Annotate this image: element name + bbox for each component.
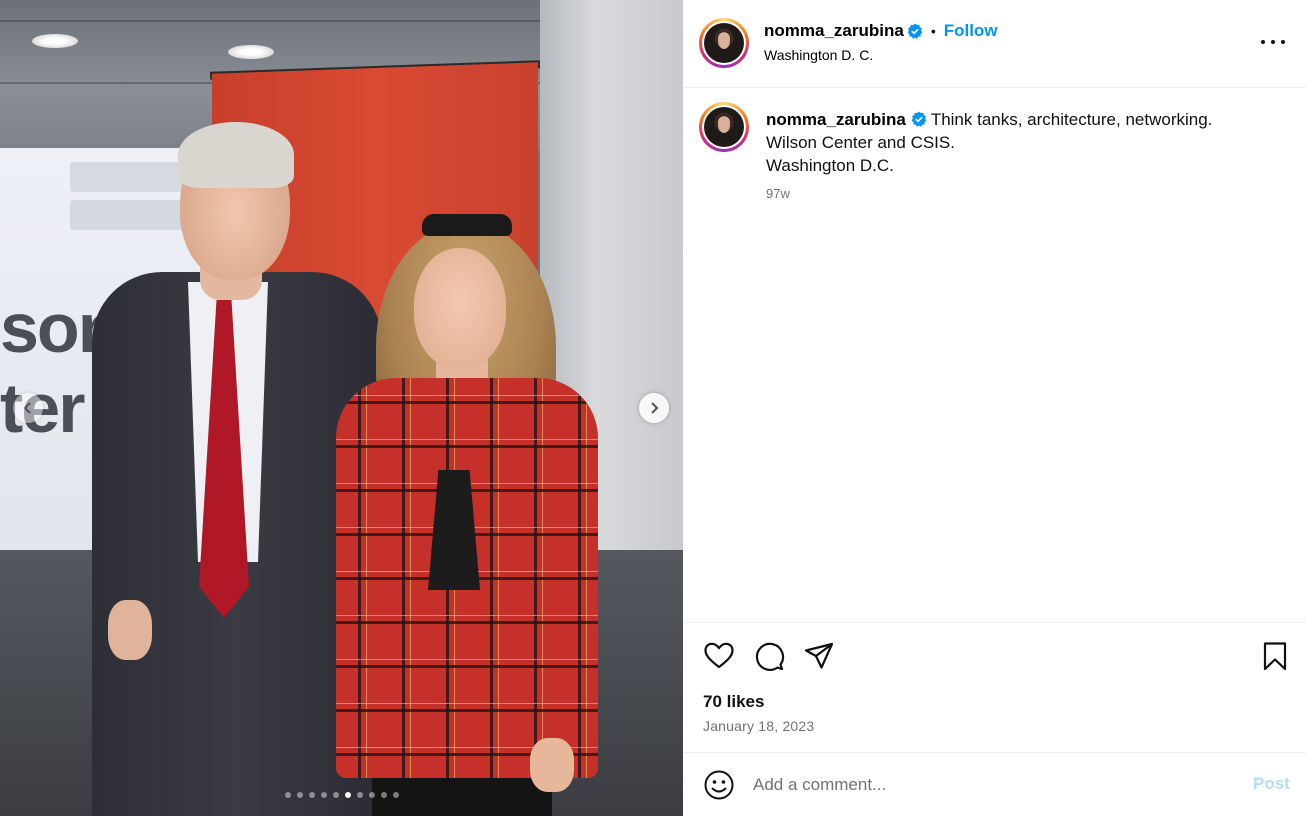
ceiling-light [228,45,274,59]
post-date: January 18, 2023 [703,718,815,734]
caption-line: Washington D.C. [766,156,894,175]
more-icon [1281,40,1285,44]
divider [683,622,1306,623]
verified-badge-icon [911,111,927,127]
header-user-line: nomma_zarubina • Follow [764,21,998,41]
more-options-button[interactable] [1261,34,1285,50]
carousel-dot [332,792,339,798]
more-icon [1271,40,1275,44]
emoji-icon[interactable] [703,769,735,801]
post-location[interactable]: Washington D. C. [764,47,873,63]
photo-person [178,122,294,188]
avatar [704,107,744,147]
header-separator: • [930,23,936,39]
caption-timestamp[interactable]: 97w [766,186,790,201]
caption-username[interactable]: nomma_zarubina [766,110,906,129]
photo-person [530,738,574,792]
post-header: nomma_zarubina • Follow Washington D. C. [683,0,1306,88]
avatar-story-ring[interactable] [699,18,749,68]
caption-avatar-ring[interactable] [699,102,749,152]
action-bar [683,638,1306,674]
post-comment-button[interactable]: Post [1253,774,1290,794]
more-icon [1261,40,1265,44]
carousel-prev-button[interactable] [13,393,43,423]
comment-input[interactable] [753,771,1233,799]
bookmark-icon[interactable] [1259,640,1291,672]
photo-person [422,214,512,236]
share-icon[interactable] [803,640,835,672]
carousel-dot [320,792,327,798]
carousel-dot [284,792,291,798]
photo-person [414,248,506,368]
carousel-dot [380,792,387,798]
comment-icon[interactable] [753,640,785,672]
caption-text: nomma_zarubina Think tanks, architecture… [766,108,1286,177]
carousel-next-button[interactable] [639,393,669,423]
verified-badge-icon [907,23,923,39]
ceiling-light [32,34,78,48]
carousel-dot-active [344,792,351,798]
caption-line: Think tanks, architecture, networking. [930,110,1213,129]
carousel-dot [296,792,303,798]
carousel-dot [392,792,399,798]
carousel-dot [356,792,363,798]
post-photo: son ter [0,0,683,816]
comment-bar: Post [683,753,1306,816]
heart-icon[interactable] [703,640,735,672]
carousel-dot [308,792,315,798]
header-username[interactable]: nomma_zarubina [764,21,904,41]
post-media[interactable]: son ter [0,0,683,816]
chevron-right-icon [651,402,659,414]
caption-line: Wilson Center and CSIS. [766,133,955,152]
post-details-panel: nomma_zarubina • Follow Washington D. C.… [683,0,1306,816]
follow-button[interactable]: Follow [944,21,998,41]
carousel-dot [368,792,375,798]
photo-person [108,600,152,660]
chevron-left-icon [23,402,31,414]
avatar [704,23,744,63]
carousel-indicator [0,792,683,798]
likes-count[interactable]: 70 likes [703,692,764,712]
